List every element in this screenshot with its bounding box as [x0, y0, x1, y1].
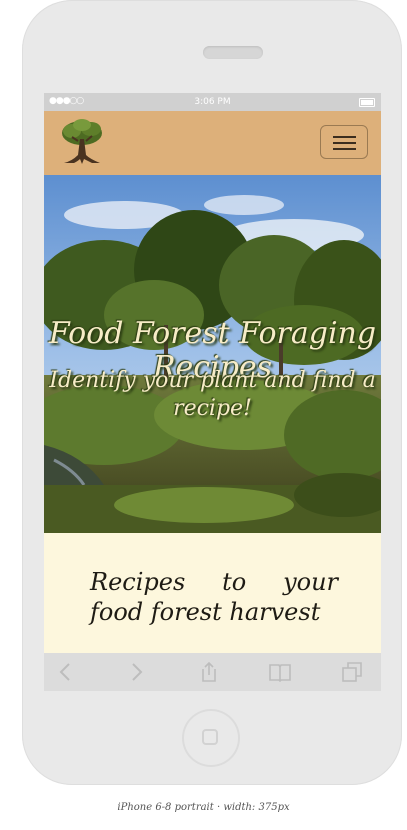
status-time: 3:06 PM	[194, 97, 231, 107]
hamburger-line	[333, 148, 356, 150]
hamburger-icon	[333, 136, 356, 138]
forward-icon[interactable]	[124, 661, 148, 683]
home-square-icon	[202, 729, 218, 745]
device-caption: iPhone 6-8 portrait · width: 375px	[117, 802, 290, 813]
hamburger-line	[333, 142, 356, 144]
tree-icon[interactable]	[58, 117, 106, 167]
battery-icon	[359, 98, 375, 107]
bookmarks-icon[interactable]	[268, 661, 292, 683]
home-button[interactable]	[182, 709, 240, 767]
phone-screen: ●●●○○ 3:06 PM Food Forest Foraging Recip…	[44, 93, 381, 691]
share-icon[interactable]	[197, 661, 221, 683]
menu-toggle-button[interactable]	[320, 125, 368, 159]
hero-subtitle: Identify your plant and find a recipe!	[49, 368, 376, 421]
browser-toolbar	[44, 653, 381, 691]
navbar	[44, 111, 381, 175]
phone-speaker	[203, 46, 263, 59]
recipes-section: Recipes to your food forest harvest	[44, 533, 381, 653]
section-heading: Recipes to your food forest harvest	[90, 568, 338, 626]
status-bar: ●●●○○ 3:06 PM	[44, 93, 381, 111]
back-icon[interactable]	[54, 661, 78, 683]
hero-section: Food Forest Foraging Recipes Identify yo…	[44, 175, 381, 533]
tabs-icon[interactable]	[340, 661, 364, 683]
